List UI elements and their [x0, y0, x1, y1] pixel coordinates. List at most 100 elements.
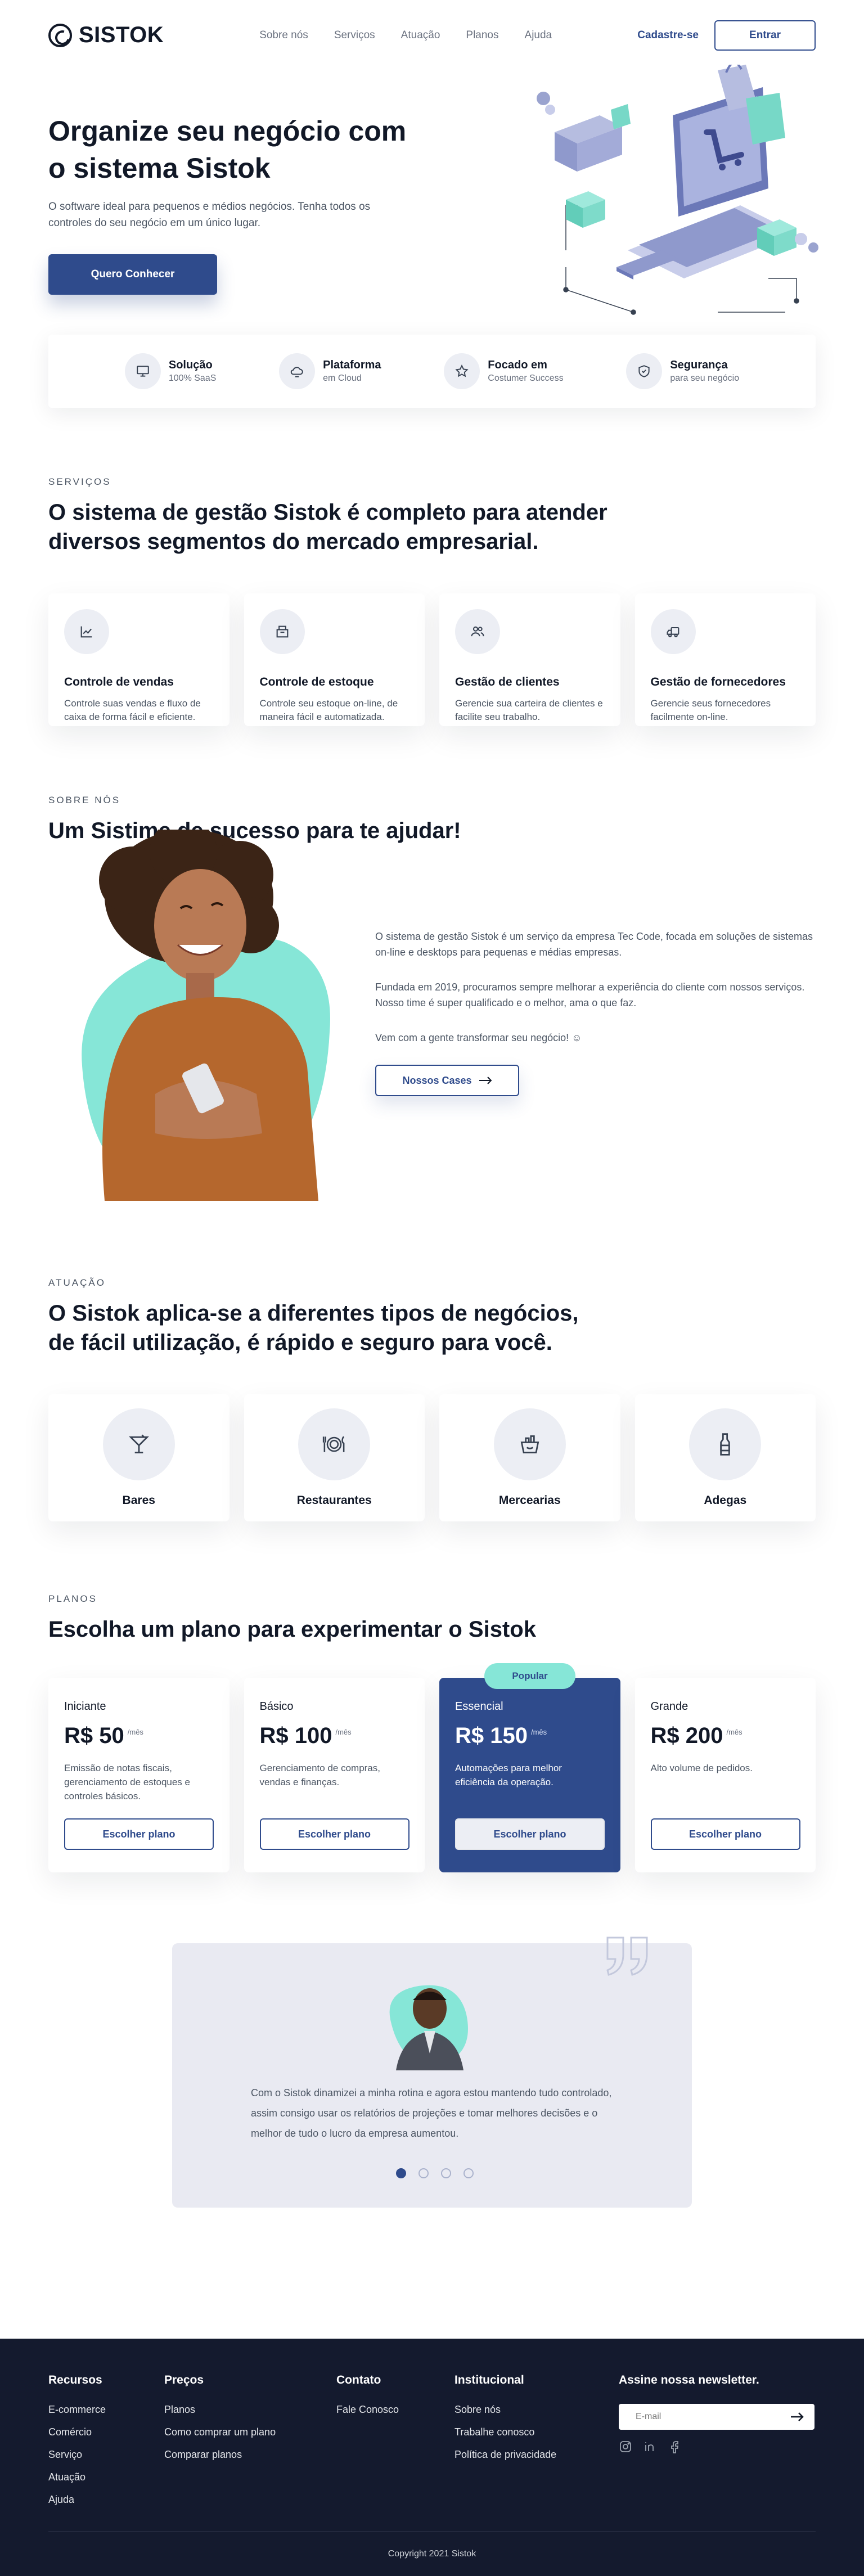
footer-link[interactable]: Comparar planos	[164, 2449, 276, 2461]
plan-per: /mês	[726, 1728, 742, 1736]
service-card[interactable]: Controle de estoque Controle seu estoque…	[244, 593, 425, 726]
footer-heading: Institucional	[454, 2374, 524, 2386]
footer-link[interactable]: Política de privacidade	[454, 2449, 556, 2461]
footer-link[interactable]: Serviço	[48, 2449, 106, 2461]
carousel-dot[interactable]	[418, 2168, 429, 2178]
facebook-icon[interactable]	[668, 2440, 682, 2453]
service-card[interactable]: Controle de vendas Controle suas vendas …	[48, 593, 230, 726]
plan-desc: Emissão de notas fiscais, gerenciamento …	[64, 1763, 190, 1802]
plan-per: /mês	[335, 1728, 352, 1736]
service-title: Controle de estoque	[259, 675, 374, 688]
logo[interactable]: SISTOK	[48, 22, 164, 48]
footer-link[interactable]: Trabalhe conosco	[454, 2426, 556, 2438]
footer-col-prices: Preços Planos Como comprar um plano Comp…	[164, 2374, 276, 2471]
hero-section: Organize seu negócio com o sistema Sisto…	[48, 65, 818, 329]
plan-card-iniciante: Iniciante R$ 50 /mês Emissão de notas fi…	[48, 1678, 230, 1872]
plan-desc: Gerenciamento de compras, vendas e finan…	[259, 1763, 381, 1787]
footer-link[interactable]: Sobre nós	[454, 2404, 556, 2416]
feature-sub: para seu negócio	[670, 373, 740, 383]
popular-badge: Popular	[484, 1663, 575, 1689]
carousel-dot[interactable]	[441, 2168, 451, 2178]
services-section: SERVIÇOS O sistema de gestão Sistok é co…	[48, 408, 816, 726]
carousel-dot[interactable]	[464, 2168, 474, 2178]
footer-link[interactable]: Como comprar um plano	[164, 2426, 276, 2438]
feature-title: Solução	[168, 359, 213, 371]
footer-link[interactable]: Comércio	[48, 2426, 106, 2438]
about-text: O sistema de gestão Sistok é um serviço …	[375, 929, 814, 1096]
business-eyebrow: ATUAÇÃO	[48, 1277, 106, 1288]
nav-ajuda[interactable]: Ajuda	[525, 29, 552, 42]
plan-per: /mês	[127, 1728, 143, 1736]
plate-cutlery-icon	[298, 1408, 371, 1480]
services-cards: Controle de vendas Controle suas vendas …	[48, 593, 816, 726]
business-card[interactable]: Adegas	[634, 1394, 816, 1521]
feature-item: Segurança para seu negócio	[626, 353, 739, 389]
footer-link[interactable]: Planos	[164, 2404, 276, 2416]
carousel-dot[interactable]	[396, 2168, 406, 2178]
feature-title: Segurança	[670, 359, 728, 371]
feature-title: Plataforma	[323, 359, 381, 371]
service-card[interactable]: Gestão de fornecedores Gerencie seus for…	[634, 593, 816, 726]
choose-plan-button[interactable]: Escolher plano	[455, 1818, 605, 1850]
customer-avatar	[389, 1985, 468, 2070]
plan-price-value: R$ 100	[259, 1723, 332, 1748]
cases-button-label: Nossos Cases	[402, 1074, 472, 1086]
copyright-text: Copyright 2021 Sistok	[388, 2548, 476, 2559]
feature-item: Plataforma em Cloud	[279, 353, 381, 389]
services-eyebrow: SERVIÇOS	[48, 476, 111, 487]
plan-price-value: R$ 150	[455, 1723, 528, 1748]
business-card[interactable]: Mercearias	[439, 1394, 620, 1521]
nav-planos[interactable]: Planos	[466, 29, 498, 42]
about-eyebrow: SOBRE NÓS	[48, 795, 121, 805]
newsletter-email-input[interactable]	[619, 2404, 814, 2430]
arrow-right-icon[interactable]	[790, 2411, 804, 2423]
quote-icon	[606, 1936, 648, 1976]
business-card[interactable]: Restaurantes	[244, 1394, 425, 1521]
choose-plan-button[interactable]: Escolher plano	[64, 1818, 214, 1850]
plans-eyebrow: PLANOS	[48, 1593, 97, 1604]
linkedin-icon[interactable]	[644, 2440, 657, 2453]
service-title: Gestão de clientes	[455, 675, 560, 688]
arrow-right-icon	[479, 1077, 492, 1084]
smiling-woman-photo	[82, 830, 330, 1201]
footer-col-institutional: Institucional Sobre nós Trabalhe conosco…	[454, 2374, 556, 2471]
business-card[interactable]: Bares	[48, 1394, 230, 1521]
footer-link[interactable]: Atuação	[48, 2471, 106, 2483]
footer-heading: Recursos	[48, 2374, 102, 2386]
main-nav: Sobre nós Serviços Atuação Planos Ajuda	[259, 29, 637, 42]
about-section: SOBRE NÓS Um Sistime de sucesso para te …	[48, 726, 816, 1221]
service-desc: Controle suas vendas e fluxo de caixa de…	[64, 698, 201, 722]
signup-link[interactable]: Cadastre-se	[637, 29, 699, 42]
footer-heading: Preços	[164, 2374, 204, 2386]
monitor-icon	[124, 353, 161, 389]
plan-price-value: R$ 50	[64, 1723, 124, 1748]
cases-button[interactable]: Nossos Cases	[375, 1065, 519, 1096]
business-title-text: Bares	[122, 1494, 155, 1507]
footer-link[interactable]: Ajuda	[48, 2494, 106, 2506]
business-title-text: Mercearias	[498, 1494, 561, 1507]
instagram-icon[interactable]	[619, 2440, 632, 2453]
footer-col-resources: Recursos E-commerce Comércio Serviço Atu…	[48, 2374, 106, 2516]
copyright-bar: Copyright 2021 Sistok	[48, 2531, 816, 2576]
basket-icon	[493, 1408, 566, 1480]
logo-icon	[48, 23, 72, 47]
footer-heading: Contato	[336, 2374, 381, 2386]
nav-atuacao[interactable]: Atuação	[401, 29, 440, 42]
footer-link[interactable]: E-commerce	[48, 2404, 106, 2416]
testimonial-card: Com o Sistok dinamizei a minha rotina e …	[172, 1936, 692, 2208]
hero-title: Organize seu negócio com o sistema Sisto…	[48, 115, 407, 184]
nav-servicos[interactable]: Serviços	[334, 29, 375, 42]
feature-sub: 100% SaaS	[168, 373, 217, 383]
shield-icon	[626, 353, 663, 389]
service-card[interactable]: Gestão de clientes Gerencie sua carteira…	[439, 593, 620, 726]
about-paragraph-3: Vem com a gente transformar seu negócio!…	[375, 1032, 582, 1043]
footer-heading: Assine nossa newsletter.	[619, 2374, 759, 2386]
box-icon	[259, 609, 305, 654]
login-button[interactable]: Entrar	[714, 20, 816, 51]
choose-plan-button[interactable]: Escolher plano	[259, 1818, 410, 1850]
footer-link[interactable]: Fale Conosco	[336, 2404, 399, 2416]
nav-sobre[interactable]: Sobre nós	[259, 29, 308, 42]
footer-col-contact: Contato Fale Conosco	[336, 2374, 399, 2426]
choose-plan-button[interactable]: Escolher plano	[650, 1818, 800, 1850]
hero-cta-button[interactable]: Quero Conhecer	[48, 254, 217, 295]
